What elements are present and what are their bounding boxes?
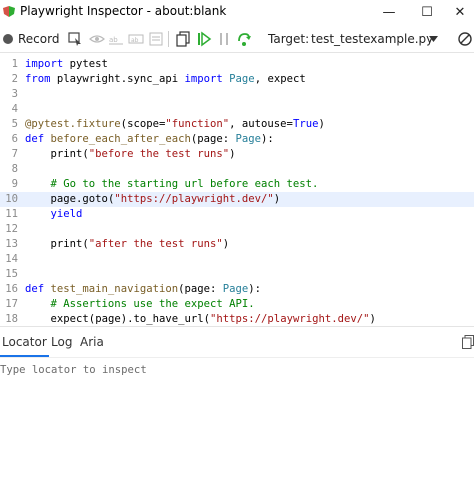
line-number: 5 xyxy=(11,118,18,130)
line-number: 10 xyxy=(5,193,18,205)
line-number: 6 xyxy=(11,133,18,145)
record-button[interactable]: Record xyxy=(0,26,60,52)
assert-visibility-icon[interactable] xyxy=(89,31,105,47)
code-text: def before_each_after_each(page: Page): xyxy=(25,133,274,145)
code-line: 8 xyxy=(0,162,474,177)
title-bar: Playwright Inspector - about:blank — ☐ ✕ xyxy=(0,0,474,26)
code-text: from playwright.sync_api import Page, ex… xyxy=(25,73,306,85)
line-number: 8 xyxy=(11,163,18,175)
assert-value-icon[interactable]: ab xyxy=(128,31,144,47)
code-text: import pytest xyxy=(25,58,108,70)
code-line: 4 xyxy=(0,102,474,117)
code-text: @pytest.fixture(scope="function", autous… xyxy=(25,118,325,130)
clear-icon[interactable] xyxy=(457,31,473,47)
record-label: Record xyxy=(18,32,60,46)
toolbar-separator xyxy=(168,31,169,47)
line-number: 7 xyxy=(11,148,18,160)
code-line: 12 xyxy=(0,222,474,237)
svg-text:ab: ab xyxy=(131,37,139,44)
code-line: 10 page.goto("https://playwright.dev/") xyxy=(0,192,474,207)
copy-locator-icon[interactable] xyxy=(462,335,474,349)
code-line: 6 def before_each_after_each(page: Page): xyxy=(0,132,474,147)
pause-icon[interactable] xyxy=(216,31,232,47)
chevron-down-icon xyxy=(429,36,438,42)
code-text: # Go to the starting url before each tes… xyxy=(50,178,319,190)
line-number: 11 xyxy=(5,208,18,220)
code-text: yield xyxy=(50,208,83,220)
line-number: 2 xyxy=(11,73,18,85)
assert-text-icon[interactable]: ab xyxy=(108,31,124,47)
step-over-icon[interactable] xyxy=(236,31,252,47)
tab-locator[interactable]: Locator xyxy=(0,327,49,357)
pick-locator-icon[interactable] xyxy=(67,31,83,47)
tab-log[interactable]: Log xyxy=(51,327,72,357)
line-number: 15 xyxy=(5,268,18,280)
bottom-tabs: Locator Log Aria xyxy=(0,326,474,357)
code-text: def test_main_navigation(page: Page): xyxy=(25,283,262,295)
line-number: 1 xyxy=(11,58,18,70)
tab-aria[interactable]: Aria xyxy=(80,327,104,357)
code-line: 5 @pytest.fixture(scope="function", autou… xyxy=(0,117,474,132)
record-icon xyxy=(3,34,13,44)
code-text: # Assertions use the expect API. xyxy=(50,298,255,310)
target-value: test_testexample.py xyxy=(311,32,434,46)
code-line: 18 expect(page).to_have_url("https://pla… xyxy=(0,312,474,325)
code-text: print("before the test runs") xyxy=(50,148,236,160)
line-number: 4 xyxy=(11,103,18,115)
line-number: 12 xyxy=(5,223,18,235)
code-line: 16 def test_main_navigation(page: Page): xyxy=(0,282,474,297)
line-number: 18 xyxy=(5,313,18,325)
code-line: 17 # Assertions use the expect API. xyxy=(0,297,474,312)
target-label: Target: xyxy=(268,32,310,46)
code-line: 14 xyxy=(0,252,474,267)
target-select[interactable]: test_testexample.py xyxy=(311,26,446,52)
line-number: 3 xyxy=(11,88,18,100)
line-number: 16 xyxy=(5,283,18,295)
toolbar: Record ab ab Target: test_testexample.py xyxy=(0,26,474,53)
copy-icon[interactable] xyxy=(175,31,191,47)
line-number: 17 xyxy=(5,298,18,310)
line-number: 14 xyxy=(5,253,18,265)
svg-text:ab: ab xyxy=(109,36,118,44)
maximize-button[interactable]: ☐ xyxy=(410,0,444,26)
locator-pane xyxy=(0,357,474,482)
code-line: 15 xyxy=(0,267,474,282)
code-line: 9 # Go to the starting url before each t… xyxy=(0,177,474,192)
resume-icon[interactable] xyxy=(196,31,212,47)
window-title: Playwright Inspector - about:blank xyxy=(20,4,227,18)
code-text: page.goto("https://playwright.dev/") xyxy=(50,193,281,205)
minimize-button[interactable]: — xyxy=(372,0,406,26)
code-line: 3 xyxy=(0,87,474,102)
playwright-logo-icon xyxy=(3,6,15,17)
close-button[interactable]: ✕ xyxy=(443,0,474,26)
code-line: 13 print("after the test runs") xyxy=(0,237,474,252)
line-number: 13 xyxy=(5,238,18,250)
code-editor[interactable]: 1 import pytest 2 from playwright.sync_api … xyxy=(0,53,474,325)
code-line: 7 print("before the test runs") xyxy=(0,147,474,162)
code-line: 2 from playwright.sync_api import Page, e… xyxy=(0,72,474,87)
code-line: 11 yield xyxy=(0,207,474,222)
code-text: print("after the test runs") xyxy=(50,238,230,250)
assert-snapshot-icon[interactable] xyxy=(148,31,164,47)
code-text: expect(page).to_have_url("https://playwr… xyxy=(50,313,376,325)
locator-input[interactable] xyxy=(0,360,470,380)
line-number: 9 xyxy=(11,178,18,190)
code-line: 1 import pytest xyxy=(0,57,474,72)
